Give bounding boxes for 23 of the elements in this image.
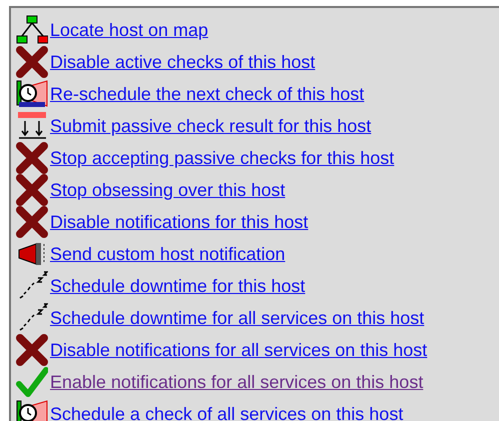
command-link[interactable]: Enable notifications for all services on this host <box>50 372 424 392</box>
command-link[interactable]: Locate host on map <box>50 20 208 40</box>
command-link[interactable]: Submit passive check result for this host <box>50 116 372 136</box>
clock-icon <box>16 78 48 110</box>
down-arrows-icon <box>16 110 48 142</box>
cross-icon <box>16 206 48 238</box>
command-link[interactable]: Schedule downtime for this host <box>50 276 306 296</box>
command-link[interactable]: Stop accepting passive checks for this host <box>50 148 394 168</box>
cross-icon <box>16 46 48 78</box>
command-link[interactable]: Re-schedule the next check of this host <box>50 84 364 104</box>
command-link[interactable]: Schedule downtime for all services on this host <box>50 308 424 328</box>
command-link[interactable]: Stop obsessing over this host <box>50 180 286 200</box>
network-map-icon <box>16 14 48 46</box>
command-link[interactable]: Disable active checks of this host <box>50 52 316 72</box>
cross-icon <box>16 174 48 206</box>
command-link[interactable]: Schedule a check of all services on this host <box>50 404 404 421</box>
command-link[interactable]: Disable notifications for all services on this host <box>50 340 428 360</box>
checkmark-icon <box>16 366 48 398</box>
cross-icon <box>16 142 48 174</box>
clock-icon <box>16 398 48 421</box>
command-link[interactable]: Disable notifications for this host <box>50 212 308 232</box>
command-link[interactable]: Send custom host notification <box>50 244 286 264</box>
cross-icon <box>16 334 48 366</box>
